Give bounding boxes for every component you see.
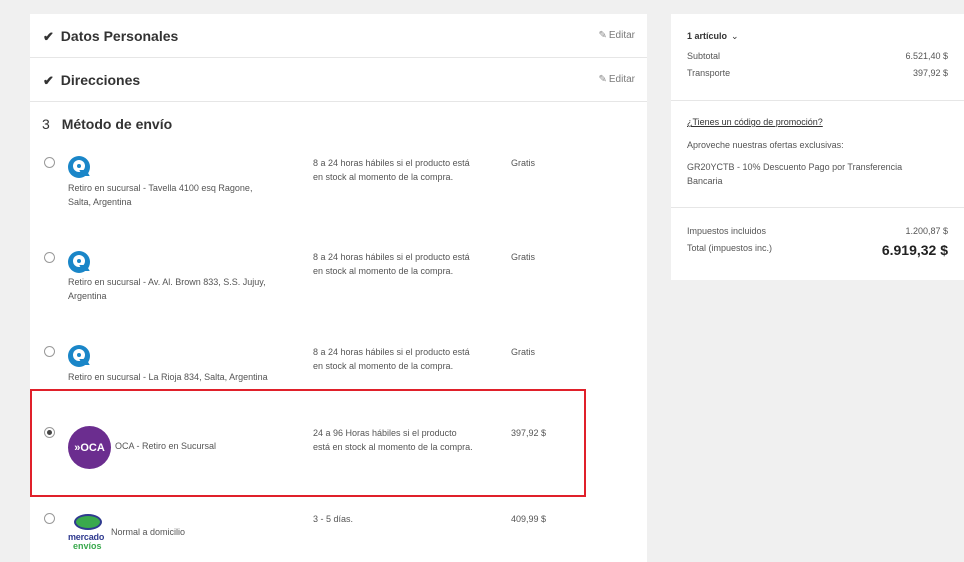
option-desc-line2: en stock al momento de la compra. bbox=[313, 266, 454, 276]
option-name-line1: Retiro en sucursal - La Rioja 834, Salta… bbox=[68, 372, 268, 382]
pencil-icon: ✎ bbox=[598, 30, 607, 41]
option-desc-line1: 8 a 24 horas hábiles si el producto está bbox=[313, 347, 470, 357]
option-name-line2: Argentina bbox=[68, 291, 107, 301]
step-personal-title: ✔ Datos Personales bbox=[43, 28, 178, 45]
promo-offer: GR20YCTB - 10% Descuento Pago por Transf… bbox=[687, 160, 947, 188]
taxes-value: 1.200,87 $ bbox=[905, 226, 948, 236]
step-personal-label: Datos Personales bbox=[60, 28, 179, 44]
andreani-logo bbox=[68, 251, 90, 273]
shipping-label: Transporte bbox=[687, 68, 731, 78]
step-number: 3 bbox=[42, 116, 50, 132]
step-shipping-label: Método de envío bbox=[61, 116, 173, 132]
option-name-line2: Salta, Argentina bbox=[68, 197, 132, 207]
checkmark-icon: ✔ bbox=[43, 73, 54, 88]
step-personal-data: ✔ Datos Personales ✎ Editar bbox=[30, 14, 647, 58]
mercado-envios-logo: mercado envíos bbox=[68, 514, 110, 552]
option-name: Normal a domicilio bbox=[111, 525, 185, 539]
edit-address-link[interactable]: ✎ Editar bbox=[598, 74, 635, 85]
radio-button-selected[interactable] bbox=[44, 427, 55, 438]
option-name: Retiro en sucursal - Tavella 4100 esq Ra… bbox=[68, 181, 252, 209]
handshake-icon bbox=[74, 514, 102, 530]
option-price: Gratis bbox=[511, 158, 536, 168]
option-price: Gratis bbox=[511, 347, 536, 357]
option-name: Retiro en sucursal - La Rioja 834, Salta… bbox=[68, 370, 268, 384]
edit-label: Editar bbox=[608, 30, 635, 41]
promo-offer-line1: GR20YCTB - 10% Descuento Pago por Transf… bbox=[687, 162, 903, 172]
option-description: 3 - 5 días. bbox=[313, 512, 498, 526]
option-desc-line1: 24 a 96 Horas hábiles si el producto bbox=[313, 428, 457, 438]
option-desc-line2: en stock al momento de la compra. bbox=[313, 172, 454, 182]
divider bbox=[671, 207, 964, 208]
shipping-row: Transporte 397,92 $ bbox=[687, 68, 948, 78]
andreani-logo bbox=[68, 345, 90, 367]
option-name-line1: Retiro en sucursal - Tavella 4100 esq Ra… bbox=[68, 183, 253, 193]
shipping-value: 397,92 $ bbox=[912, 68, 948, 78]
oca-logo: »OCA bbox=[68, 426, 111, 469]
logo-text-envios: envíos bbox=[73, 541, 102, 551]
chevron-down-icon: ⌄ bbox=[731, 31, 739, 41]
option-name-line1: Retiro en sucursal - Av. Al. Brown 833, … bbox=[68, 277, 266, 287]
radio-button[interactable] bbox=[44, 252, 55, 263]
option-name: OCA - Retiro en Sucursal bbox=[115, 439, 216, 453]
option-desc-line1: 8 a 24 horas hábiles si el producto está bbox=[313, 158, 470, 168]
subtotal-row: Subtotal 6.521,40 $ bbox=[687, 51, 948, 61]
option-description: 24 a 96 Horas hábiles si el producto est… bbox=[313, 426, 498, 454]
option-name-line1: Normal a domicilio bbox=[111, 527, 186, 537]
step-address-label: Direcciones bbox=[60, 72, 141, 88]
step-address-title: ✔ Direcciones bbox=[43, 72, 140, 89]
option-desc-line2: está en stock al momento de la compra. bbox=[313, 442, 473, 452]
order-summary: 1 artículo ⌄ Subtotal 6.521,40 $ Transpor… bbox=[671, 14, 964, 280]
taxes-label: Impuestos incluidos bbox=[687, 226, 767, 236]
taxes-row: Impuestos incluidos 1.200,87 $ bbox=[687, 226, 948, 236]
option-description: 8 a 24 horas hábiles si el producto está… bbox=[313, 250, 498, 278]
option-name-line1: OCA - Retiro en Sucursal bbox=[115, 441, 217, 451]
subtotal-value: 6.521,40 $ bbox=[905, 51, 948, 61]
items-count: 1 artículo bbox=[687, 31, 728, 41]
items-toggle[interactable]: 1 artículo ⌄ bbox=[687, 31, 739, 42]
step-shipping-title: 3 Método de envío bbox=[42, 116, 172, 132]
divider bbox=[671, 100, 964, 101]
pencil-icon: ✎ bbox=[598, 74, 607, 85]
total-label: Total (impuestos inc.) bbox=[687, 243, 773, 253]
radio-button[interactable] bbox=[44, 513, 55, 524]
option-price: 397,92 $ bbox=[511, 428, 547, 438]
subtotal-label: Subtotal bbox=[687, 51, 721, 61]
option-desc-line1: 8 a 24 horas hábiles si el producto está bbox=[313, 252, 470, 262]
edit-personal-link[interactable]: ✎ Editar bbox=[598, 30, 635, 41]
promo-code-link[interactable]: ¿Tienes un código de promoción? bbox=[687, 117, 823, 127]
checkmark-icon: ✔ bbox=[43, 29, 54, 44]
promo-intro: Aproveche nuestras ofertas exclusivas: bbox=[687, 140, 844, 150]
andreani-logo bbox=[68, 156, 90, 178]
edit-label: Editar bbox=[608, 74, 635, 85]
promo-offer-line2: Bancaria bbox=[687, 176, 723, 186]
radio-button[interactable] bbox=[44, 157, 55, 168]
option-description: 8 a 24 horas hábiles si el producto está… bbox=[313, 156, 498, 184]
option-desc-line2: en stock al momento de la compra. bbox=[313, 361, 454, 371]
step-address: ✔ Direcciones ✎ Editar bbox=[30, 58, 647, 102]
option-price: Gratis bbox=[511, 252, 536, 262]
total-value: 6.919,32 $ bbox=[881, 242, 948, 258]
radio-button[interactable] bbox=[44, 346, 55, 357]
option-price: 409,99 $ bbox=[511, 514, 547, 524]
option-description: 8 a 24 horas hábiles si el producto está… bbox=[313, 345, 498, 373]
option-name: Retiro en sucursal - Av. Al. Brown 833, … bbox=[68, 275, 266, 303]
option-desc-line1: 3 - 5 días. bbox=[313, 514, 354, 524]
